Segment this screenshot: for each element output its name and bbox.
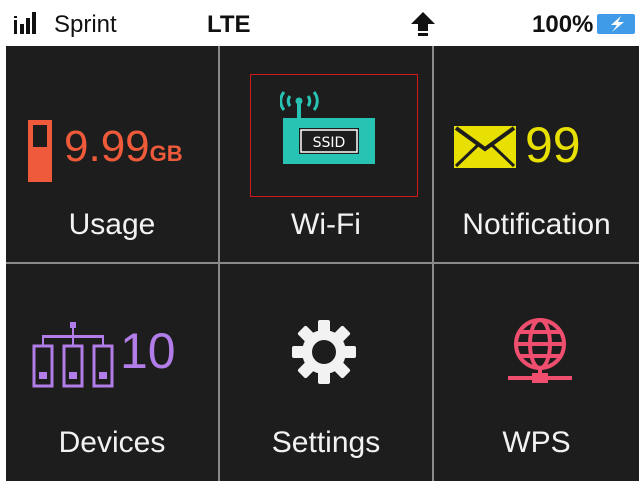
usage-amount: 9.99 bbox=[64, 122, 150, 171]
notification-tile[interactable]: 99 Notification bbox=[434, 46, 639, 262]
wifi-label: Wi-Fi bbox=[291, 208, 361, 241]
settings-label: Settings bbox=[271, 426, 381, 459]
usage-tile[interactable]: 9.99GB Usage bbox=[6, 46, 218, 262]
wps-label: WPS bbox=[502, 426, 571, 459]
home-menu-grid: 9.99GB Usage SSID Wi-Fi 99 Notification bbox=[6, 46, 639, 481]
settings-tile[interactable]: Settings bbox=[220, 264, 432, 481]
devices-label: Devices bbox=[58, 426, 166, 459]
wps-tile[interactable]: WPS bbox=[434, 264, 639, 481]
data-usage-value: 9.99GB bbox=[64, 122, 183, 172]
battery-icon bbox=[28, 120, 52, 182]
upload-arrow-icon bbox=[411, 12, 435, 36]
globe-icon bbox=[508, 318, 572, 383]
devices-tile[interactable]: 10 Devices bbox=[6, 264, 218, 481]
devices-network-icon bbox=[32, 322, 114, 388]
battery-charging-icon bbox=[597, 14, 635, 34]
wifi-ssid-icon: SSID bbox=[280, 91, 375, 164]
envelope-icon bbox=[454, 126, 516, 168]
wifi-tile[interactable]: SSID Wi-Fi bbox=[220, 46, 432, 262]
status-bar: Sprint LTE 100% bbox=[0, 0, 639, 46]
ssid-badge: SSID bbox=[313, 135, 346, 151]
devices-count: 10 bbox=[120, 323, 176, 379]
battery-percentage: 100% bbox=[532, 11, 594, 38]
notification-count: 99 bbox=[525, 117, 581, 173]
carrier-name: Sprint bbox=[54, 11, 117, 38]
usage-unit: GB bbox=[149, 141, 183, 166]
gear-icon bbox=[292, 320, 356, 384]
usage-label: Usage bbox=[68, 208, 156, 241]
network-type: LTE bbox=[207, 11, 251, 38]
signal-icon bbox=[14, 12, 36, 34]
notification-label: Notification bbox=[462, 208, 611, 241]
